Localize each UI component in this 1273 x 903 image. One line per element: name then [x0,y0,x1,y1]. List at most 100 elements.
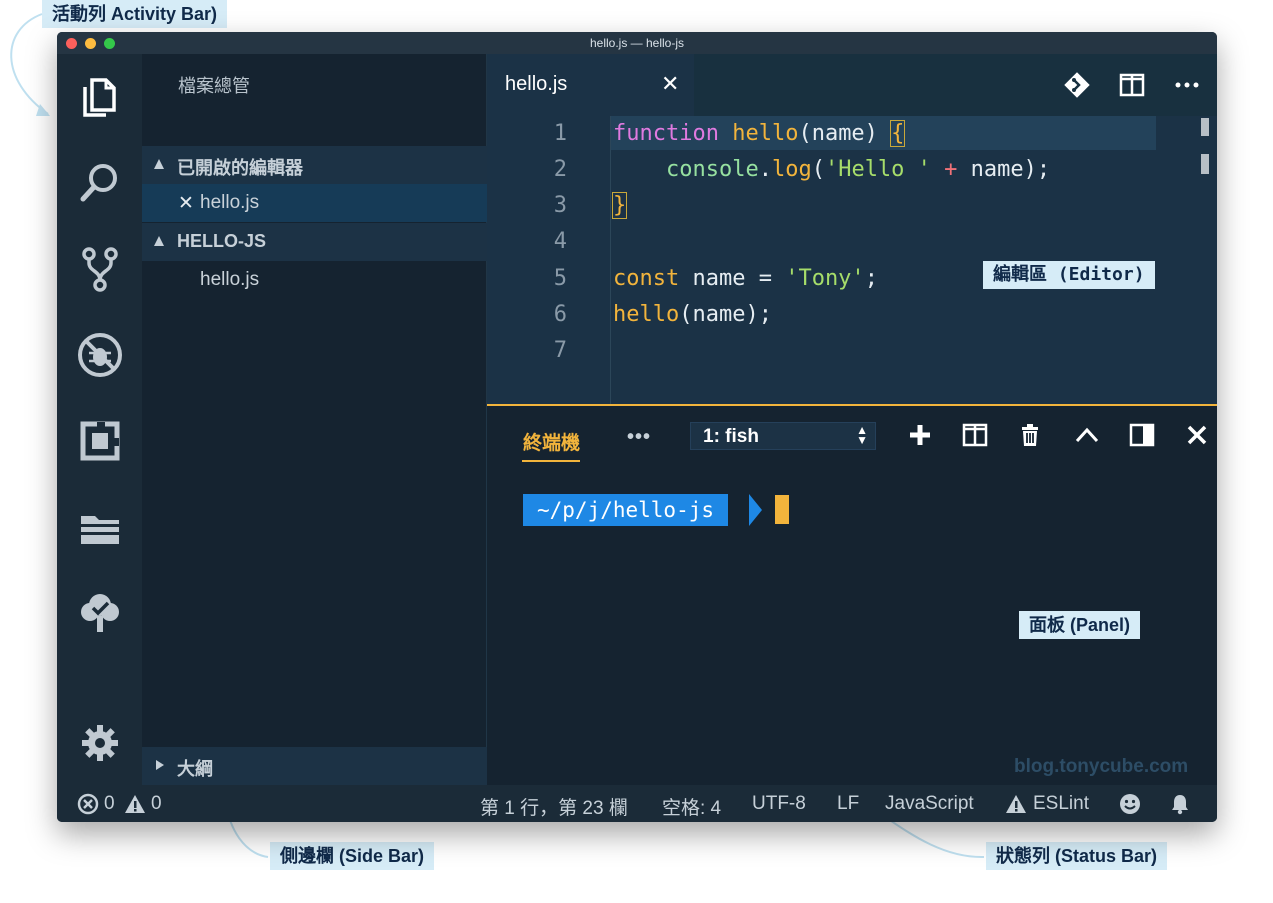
code-token: log [771,157,812,182]
terminal-select[interactable]: 1: fish ▲ ▼ [690,422,876,450]
open-editor-item-label: hello.js [200,192,260,213]
tab-hello-js[interactable]: hello.js ✕ [487,54,694,116]
code-token: function [613,121,719,146]
more-actions-icon[interactable]: ••• [627,426,651,449]
split-terminal-icon[interactable] [962,422,988,448]
smiley-icon[interactable] [1119,793,1141,815]
debug-icon[interactable] [77,332,123,378]
source-control-icon[interactable] [77,246,123,292]
code-line-5: const name = 'Tony'; [613,266,878,291]
active-tab-indicator [522,460,580,462]
minimap-marker [1201,118,1209,136]
outline-label: 大綱 [177,759,213,779]
annotation-side-bar: 側邊欄 (Side Bar) [270,842,435,870]
activity-bar [57,54,142,785]
annotation-editor: 編輯區 (Editor) [983,261,1155,289]
code-token: name = [679,266,786,291]
line-number: 1 [553,121,567,146]
code-token: . [758,157,772,182]
code-token: hello [732,121,799,146]
eslint-status[interactable]: ESLint [1033,793,1089,815]
indentation[interactable]: 空格: 4 [662,793,721,820]
end-of-line[interactable]: LF [837,793,859,815]
more-actions-icon[interactable] [1174,72,1200,98]
error-count[interactable]: 0 [104,793,115,815]
open-editors-header[interactable]: 已開啟的編輯器 [142,146,487,184]
warning-icon [1005,793,1027,815]
title-bar: hello.js — hello-js [57,32,1217,54]
line-number: 7 [553,338,567,363]
editor: hello.js ✕ 1 2 3 4 5 6 7 function hello(… [487,54,1217,404]
tab-close-icon[interactable]: ✕ [661,71,679,97]
open-editor-item[interactable]: ✕ hello.js [142,184,487,222]
folder-header[interactable]: HELLO-JS [142,223,487,261]
code-line-2: console.log('Hello ' + name); [613,157,1050,182]
editor-tab-bar: hello.js ✕ [487,54,1217,116]
code-token: const [613,266,680,291]
status-bar: 0 0 第 1 行，第 23 欄 空格: 4 UTF-8 LF JavaScri… [57,785,1217,822]
line-number: 3 [553,193,567,218]
line-number: 6 [553,302,567,327]
split-editor-icon[interactable] [1119,72,1145,98]
code-token: console [665,157,759,182]
outline-header[interactable]: 大綱 [142,747,487,785]
panel: 終端機 ••• 1: fish ▲ ▼ ~/p/j/hello-js 面板 (P… [487,404,1217,785]
folder-label: HELLO-JS [177,231,267,251]
bell-icon[interactable] [1169,793,1191,815]
chevron-up-icon[interactable] [1074,422,1100,448]
gear-icon[interactable] [77,720,123,766]
code-token: (name); [679,302,772,327]
annotation-status-bar: 狀態列 (Status Bar) [986,842,1168,870]
close-icon[interactable]: ✕ [178,192,194,215]
git-compare-icon[interactable] [1064,72,1090,98]
close-icon[interactable] [1184,422,1210,448]
search-icon[interactable] [77,160,123,206]
prompt-path: ~/p/j/hello-js [523,494,729,526]
side-bar: 檔案總管 已開啟的編輯器 ✕ hello.js HELLO-JS hello.j… [142,54,487,785]
scrollbar-thumb[interactable] [1201,154,1209,174]
warning-icon[interactable] [124,793,146,815]
chevron-right-icon [156,760,164,770]
chevron-down-icon [154,236,164,246]
code-token: { [890,120,906,147]
language-mode[interactable]: JavaScript [885,793,974,815]
file-item[interactable]: hello.js [142,261,487,299]
chevron-down-icon [154,159,164,169]
code-token: ( [811,157,825,182]
window-title: hello.js — hello-js [589,36,685,50]
code-token: ; [864,266,878,291]
code-area[interactable]: 1 2 3 4 5 6 7 function hello(name) { con… [487,116,1217,404]
code-token: 'Tony' [785,266,865,291]
select-arrows-icon: ▲ ▼ [856,423,868,447]
trash-icon[interactable] [1017,422,1043,448]
code-line-3: } [611,192,628,219]
code-token: + [944,157,958,182]
project-manager-icon[interactable] [77,504,123,550]
terminal-select-value: 1: fish [703,426,759,447]
annotation-activity-bar: 活動列 Activity Bar) [42,0,228,28]
plus-icon[interactable] [907,422,933,448]
tab-terminal[interactable]: 終端機 [523,428,580,455]
explorer-icon[interactable] [77,74,123,120]
extensions-icon[interactable] [77,418,123,464]
toggle-panel-position-icon[interactable] [1129,422,1155,448]
indent-guide [610,116,611,404]
code-token: hello [613,302,680,327]
code-token: 'Hello ' [824,157,931,182]
vscode-window: hello.js — hello-js 檔案總管 已開啟的編輯器 ✕ hello… [57,32,1217,822]
encoding[interactable]: UTF-8 [752,793,806,815]
tab-label: hello.js [505,73,568,95]
cursor-position[interactable]: 第 1 行，第 23 欄 [480,793,628,820]
code-line-6: hello(name); [613,302,772,327]
code-token: (name) [798,121,892,146]
warning-count[interactable]: 0 [151,793,162,815]
tree-icon[interactable] [77,590,123,636]
file-item-label: hello.js [200,269,260,290]
error-icon[interactable] [77,793,99,815]
prompt-arrow-icon [749,494,762,526]
annotation-panel: 面板 (Panel) [1019,611,1141,639]
code-token: } [611,192,628,219]
code-line-1: function hello(name) { [613,120,906,147]
line-number: 4 [553,229,567,254]
